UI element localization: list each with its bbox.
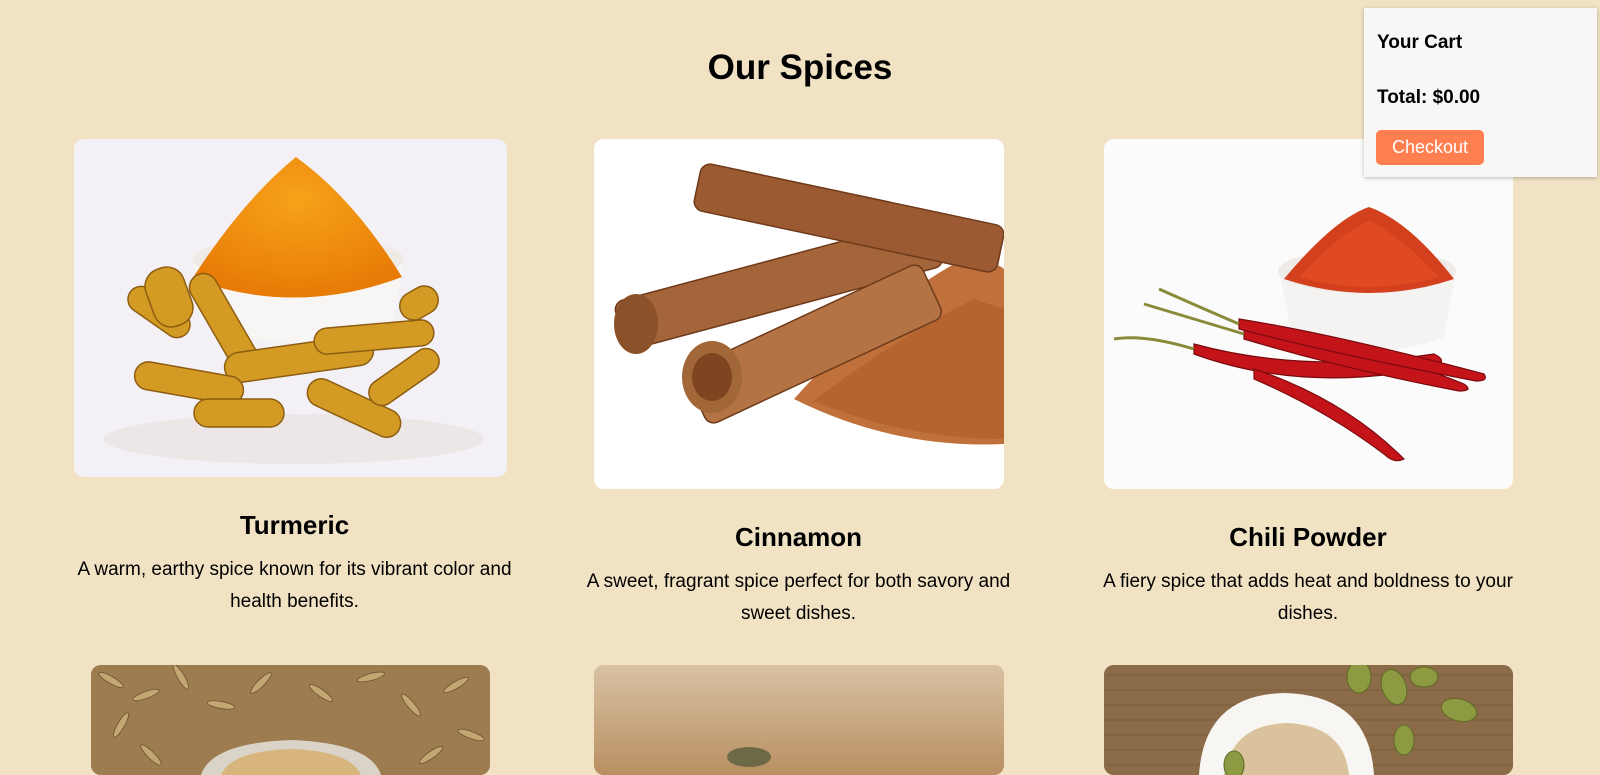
cart-title: Your Cart	[1377, 32, 1463, 53]
product-name: Cinnamon	[734, 522, 863, 552]
product-name: Chili Powder	[1229, 522, 1387, 552]
cart-total: Total: $0.00	[1377, 87, 1481, 108]
product-description: A fiery spice that adds heat and boldnes…	[1103, 571, 1513, 624]
product-description: A sweet, fragrant spice perfect for both…	[586, 571, 1011, 624]
product-card-chili-powder: Chili Powder A fiery spice that adds hea…	[1086, 139, 1530, 629]
product-description: A warm, earthy spice known for its vibra…	[77, 559, 512, 612]
product-card-cumin	[91, 665, 491, 775]
checkout-button[interactable]: Checkout	[1376, 130, 1484, 165]
page-title: Our Spices	[707, 48, 893, 87]
cinnamon-image	[594, 139, 1004, 489]
turmeric-image	[74, 139, 507, 477]
cart-panel: Your Cart Total: $0.00 Checkout	[1364, 8, 1597, 177]
product-card-cardamom	[1104, 665, 1513, 775]
product-card-herb	[594, 665, 1004, 775]
product-card-turmeric: Turmeric A warm, earthy spice known for …	[52, 139, 537, 619]
product-name: Turmeric	[239, 510, 350, 540]
product-card-cinnamon: Cinnamon A sweet, fragrant spice perfect…	[571, 139, 1026, 629]
chili-powder-image	[1104, 139, 1513, 489]
